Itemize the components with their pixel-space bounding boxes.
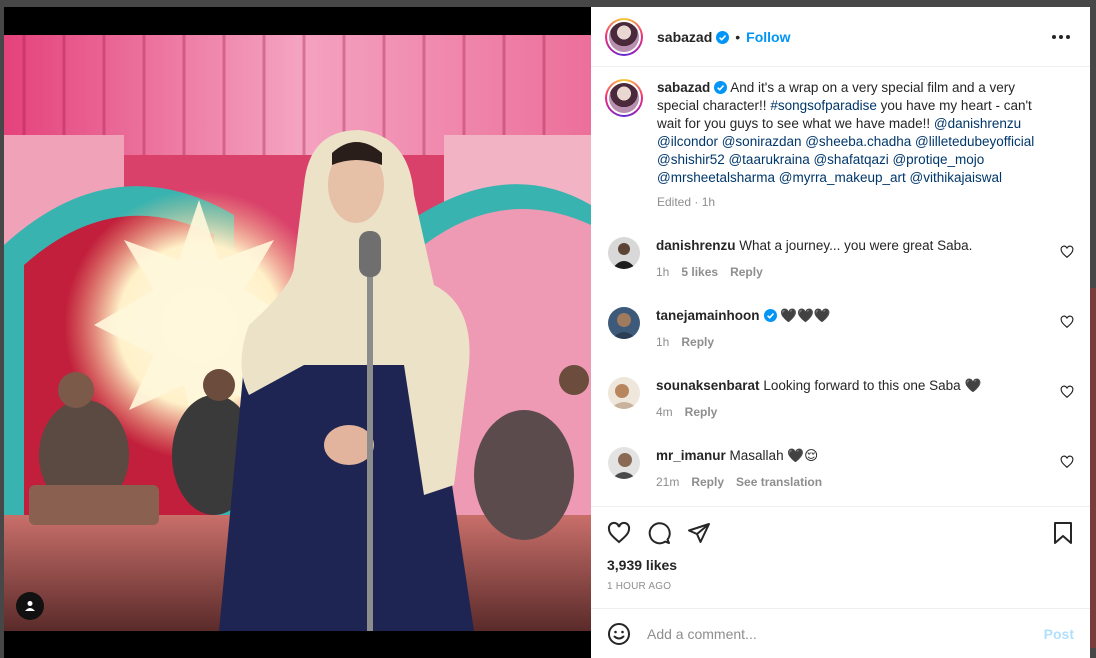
post-side-panel: sabazad • Follow sabazad And it's a wrap… [591,7,1090,658]
reply-button[interactable]: Reply [685,403,718,421]
post-header: sabazad • Follow [591,7,1090,67]
tagged-users-button[interactable] [16,592,44,620]
user-tag-icon [24,600,36,612]
caption-username[interactable]: sabazad [657,80,728,95]
more-options-icon[interactable] [1048,31,1074,43]
heart-icon[interactable] [607,521,631,545]
background-post-edge [1090,288,1096,648]
heart-icon[interactable] [1060,315,1074,329]
follow-button[interactable]: Follow [746,29,790,45]
comment-text: What a journey... you were great Saba. [739,238,973,253]
add-comment-input[interactable] [647,625,1044,642]
comment-username[interactable]: mr_imanur [656,448,726,463]
comment-text: Masallah 🖤😌 [729,448,819,463]
commenter-avatar[interactable] [608,447,640,479]
comment-username[interactable]: tanejamainhoon [656,308,777,323]
heart-icon[interactable] [1060,455,1074,469]
reply-button[interactable]: Reply [681,333,714,351]
caption-author-avatar[interactable] [605,79,643,117]
reply-button[interactable]: Reply [730,263,763,281]
post-modal: sabazad • Follow sabazad And it's a wrap… [4,7,1090,658]
comment-username[interactable]: sounaksenbarat [656,378,760,393]
comment-item: mr_imanur Masallah 🖤😌 21m Reply See transl… [605,447,1074,491]
caption-edited-time: Edited · 1h [657,195,716,209]
author-avatar[interactable] [605,17,643,56]
comment-username[interactable]: danishrenzu [656,238,736,253]
commenter-avatar[interactable] [608,307,640,339]
comments-list[interactable]: sabazad And it's a wrap on a very specia… [591,67,1090,506]
comment-text: 🖤🖤🖤 [780,308,831,323]
heart-icon[interactable] [1060,385,1074,399]
comment-time[interactable]: 1h [656,263,669,281]
caption-username-text: sabazad [657,80,711,95]
action-bar [591,507,1090,551]
emoji-icon[interactable] [607,622,631,646]
comment-time[interactable]: 4m [656,403,673,421]
post-comment-button[interactable]: Post [1044,626,1074,642]
comment-time[interactable]: 1h [656,333,669,351]
author-username-text: sabazad [657,28,713,45]
comment-item: tanejamainhoon 🖤🖤🖤 1h Reply [605,307,1074,351]
comment-item: danishrenzu What a journey... you were g… [605,237,1074,281]
reply-button[interactable]: Reply [691,473,724,491]
see-translation-button[interactable]: See translation [736,473,822,491]
commenter-avatar[interactable] [608,377,640,409]
author-username[interactable]: sabazad [657,28,730,45]
share-icon[interactable] [687,521,711,545]
post-media[interactable] [4,7,591,658]
comment-text: Looking forward to this one Saba 🖤 [763,378,982,393]
post-actions-area: 3,939 likes 1 HOUR AGO [591,506,1090,608]
comment-likes[interactable]: 5 likes [681,263,718,281]
bookmark-icon[interactable] [1052,521,1074,545]
commenter-avatar[interactable] [608,237,640,269]
separator-dot: • [735,28,741,45]
post-caption: sabazad And it's a wrap on a very specia… [605,79,1074,211]
likes-count[interactable]: 3,939 likes [591,551,1090,573]
verified-badge-icon [714,81,728,94]
comment-time[interactable]: 21m [656,473,679,491]
comment-item: sounaksenbarat Looking forward to this o… [605,377,1074,421]
post-photo [4,35,591,631]
add-comment-bar: Post [591,608,1090,658]
verified-badge-icon [763,309,777,322]
caption-hashtag[interactable]: #songsofparadise [770,98,877,113]
post-time[interactable]: 1 HOUR AGO [591,573,1090,608]
verified-badge-icon [716,30,730,44]
comment-icon[interactable] [647,521,671,545]
heart-icon[interactable] [1060,245,1074,259]
comment-username-text: tanejamainhoon [656,308,760,323]
